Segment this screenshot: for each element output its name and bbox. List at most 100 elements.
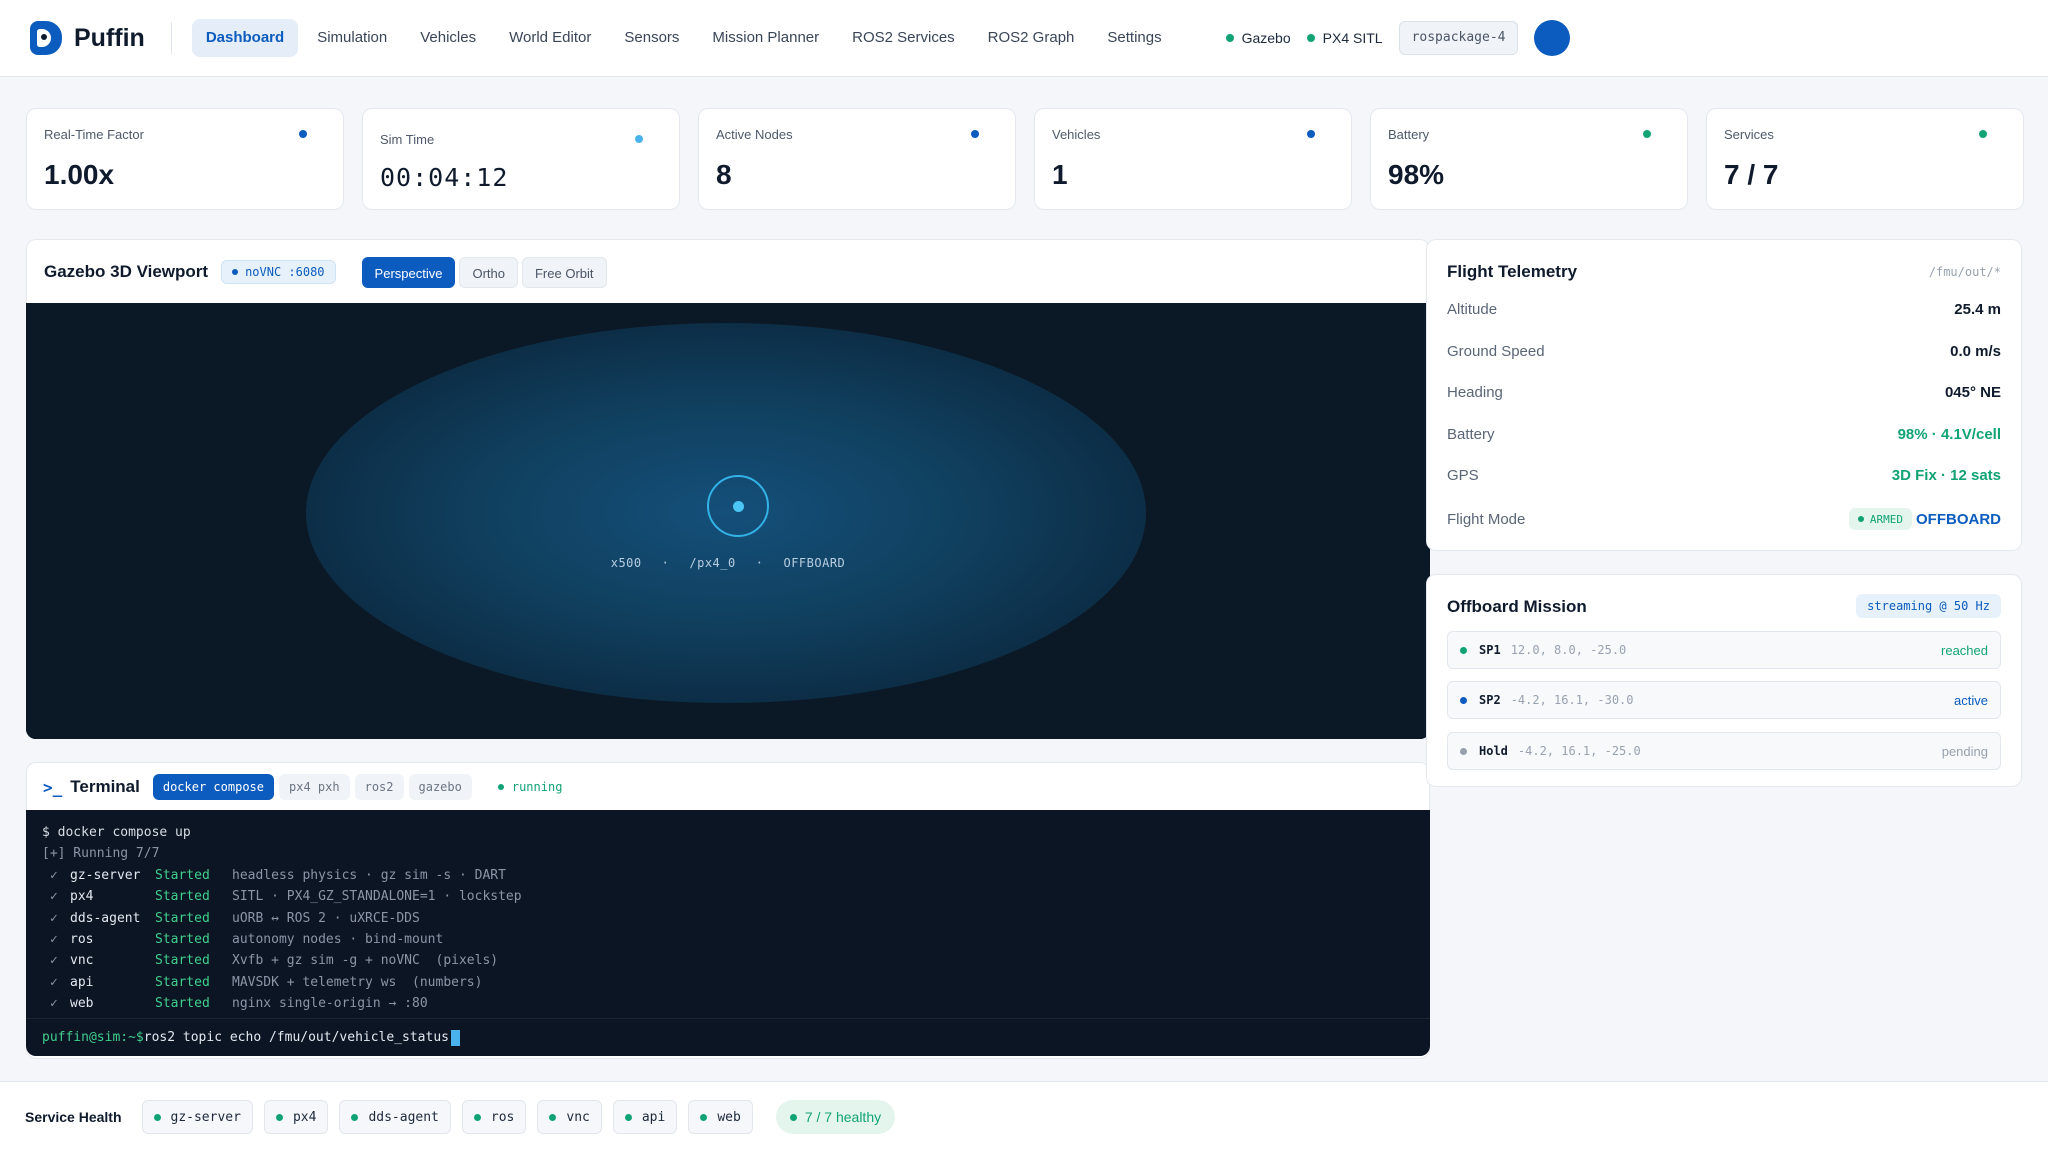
nav-item-sensors[interactable]: Sensors	[610, 19, 693, 57]
vehicle-marker-icon[interactable]	[707, 475, 769, 537]
nav-item-dashboard[interactable]: Dashboard	[191, 19, 299, 57]
terminal-service-line: ✓ api Started MAVSDK + telemetry ws (number…	[42, 972, 1414, 993]
service-chip-label: px4	[292, 1109, 317, 1125]
setpoint-row[interactable]: SP2 -4.2, 16.1, -30.0 active	[1447, 681, 2001, 719]
setpoint-state: reached	[1941, 642, 1988, 658]
service-status: Started	[155, 974, 210, 990]
terminal-service-line: ✓ dds-agent Started uORB ↔ ROS 2 · uXRCE-DD…	[42, 908, 1414, 929]
health-summary-badge: 7 / 7 healthy	[775, 1100, 896, 1134]
tab-px4-pxh[interactable]: px4 pxh	[279, 774, 350, 800]
terminal-input-line[interactable]: puffin@sim:~$ros2 topic echo /fmu/out/ve…	[26, 1018, 1430, 1056]
telemetry-key: Altitude	[1447, 301, 1498, 318]
camera-mode-perspective[interactable]: Perspective	[361, 256, 456, 288]
brand[interactable]: Puffin	[30, 21, 145, 55]
nav-item-mission-planner[interactable]: Mission Planner	[698, 19, 833, 57]
metric-value: 1.00x	[44, 159, 115, 190]
status-dot	[232, 269, 239, 275]
tab-ros2[interactable]: ros2	[354, 774, 404, 800]
setpoint-coords: -4.2, 16.1, -25.0	[1517, 744, 1641, 758]
service-desc: MAVSDK + telemetry ws (numbers)	[232, 974, 483, 990]
setpoint-name: SP2	[1479, 693, 1501, 707]
connection-status: Gazebo PX4 SITL rospackage-4	[1225, 20, 1571, 56]
service-status: Started	[155, 953, 210, 969]
terminal-output[interactable]: $ docker compose up [+] Running 7/7 ✓ gz-…	[26, 810, 1430, 1056]
terminal-cursor	[451, 1029, 460, 1046]
metric-value: 7 / 7	[1724, 159, 1779, 190]
metric-status-dot	[971, 130, 979, 138]
service-name: vnc	[70, 953, 94, 969]
novnc-badge[interactable]: noVNC :6080	[221, 260, 336, 284]
status-dot	[789, 1113, 797, 1121]
avatar[interactable]	[1534, 20, 1571, 56]
nav-item-settings[interactable]: Settings	[1093, 19, 1175, 57]
status-dot	[153, 1113, 161, 1121]
setpoint-row[interactable]: SP1 12.0, 8.0, -25.0 reached	[1447, 631, 2001, 669]
setpoint-row[interactable]: Hold -4.2, 16.1, -25.0 pending	[1447, 732, 2001, 770]
camera-mode-switch: Perspective Ortho Free Orbit	[361, 256, 611, 288]
nav-item-ros2-services[interactable]: ROS2 Services	[838, 19, 969, 57]
package-selector[interactable]: rospackage-4	[1398, 21, 1519, 55]
metric-label: Services	[1724, 127, 1774, 142]
service-name: px4	[70, 889, 94, 905]
tab-gazebo[interactable]: gazebo	[408, 774, 472, 800]
service-chip-vnc[interactable]: vnc	[537, 1100, 602, 1134]
nav-item-vehicles[interactable]: Vehicles	[406, 19, 490, 57]
metric-value: 98%	[1388, 159, 1445, 190]
status-dot	[473, 1113, 481, 1121]
telemetry-key: Heading	[1447, 384, 1503, 401]
vehicle-marker-core	[733, 501, 744, 512]
status-dot	[1306, 34, 1315, 42]
setpoint-coords: -4.2, 16.1, -30.0	[1510, 693, 1634, 707]
metric-card-battery: Battery 98%	[1370, 108, 1688, 210]
setpoint-name: SP1	[1479, 643, 1501, 657]
metric-value: 8	[716, 159, 732, 190]
service-name: web	[70, 996, 94, 1012]
check-icon: ✓	[50, 974, 58, 990]
service-chip-api[interactable]: api	[612, 1100, 678, 1134]
service-desc: Xvfb + gz sim -g + noVNC (pixels)	[232, 953, 499, 969]
metric-card-real-time-factor: Real-Time Factor 1.00x	[26, 108, 344, 210]
telemetry-row-ground-speed: Ground Speed 0.0 m/s	[1447, 343, 2001, 360]
service-chip-gz-server[interactable]: gz-server	[141, 1100, 253, 1134]
service-chip-label: web	[717, 1109, 741, 1125]
vehicle-namespace: /px4_0	[689, 556, 736, 570]
setpoint-state: active	[1954, 692, 1988, 708]
service-chip-px4[interactable]: px4	[263, 1100, 329, 1134]
status-dot	[497, 784, 504, 790]
metric-status-dot	[299, 130, 307, 138]
service-desc: autonomy nodes · bind-mount	[232, 932, 444, 948]
metric-status-dot	[1979, 130, 1987, 138]
terminal-input[interactable]: ros2 topic echo /fmu/out/vehicle_status	[144, 1030, 449, 1045]
nav-item-ros2-graph[interactable]: ROS2 Graph	[974, 19, 1089, 57]
telemetry-value: 3D Fix · 12 sats	[1891, 467, 2001, 484]
camera-mode-free-orbit[interactable]: Free Orbit	[521, 256, 607, 288]
telemetry-value: 045° NE	[1944, 384, 2001, 401]
metric-status-dot	[635, 135, 643, 143]
novnc-label: noVNC :6080	[245, 265, 325, 279]
telemetry-key: Flight Mode	[1447, 510, 1526, 528]
metric-value: 00:04:12	[380, 163, 509, 192]
nav-item-simulation[interactable]: Simulation	[303, 19, 401, 57]
vehicle-label-separator: ·	[661, 556, 670, 570]
brand-name: Puffin	[74, 23, 145, 52]
tab-docker-compose[interactable]: docker compose	[152, 774, 275, 800]
service-chip-dds-agent[interactable]: dds-agent	[339, 1100, 451, 1134]
service-chip-web[interactable]: web	[688, 1100, 753, 1134]
metric-status-dot	[1307, 130, 1315, 138]
telemetry-topic: /fmu/out/*	[1928, 265, 2001, 279]
metric-status-dot	[1643, 130, 1651, 138]
camera-mode-ortho[interactable]: Ortho	[459, 256, 518, 288]
gazebo-scene[interactable]: x500 · /px4_0 · OFFBOARD	[26, 303, 1430, 739]
metric-label: Active Nodes	[716, 127, 793, 142]
nav-item-world-editor[interactable]: World Editor	[495, 19, 605, 57]
service-chip-label: ros	[490, 1109, 515, 1125]
flight-mode-value: ARMED OFFBOARD	[1848, 508, 2001, 530]
stream-rate-badge: streaming @ 50 Hz	[1856, 594, 2001, 618]
service-chip-label: vnc	[566, 1109, 590, 1125]
service-chip-ros[interactable]: ros	[461, 1100, 527, 1134]
metric-label: Real-Time Factor	[44, 127, 144, 142]
health-summary-label: 7 / 7 healthy	[804, 1109, 882, 1125]
status-dot	[1225, 34, 1234, 42]
service-chip-label: api	[641, 1109, 666, 1125]
service-chip-label: dds-agent	[368, 1109, 439, 1125]
